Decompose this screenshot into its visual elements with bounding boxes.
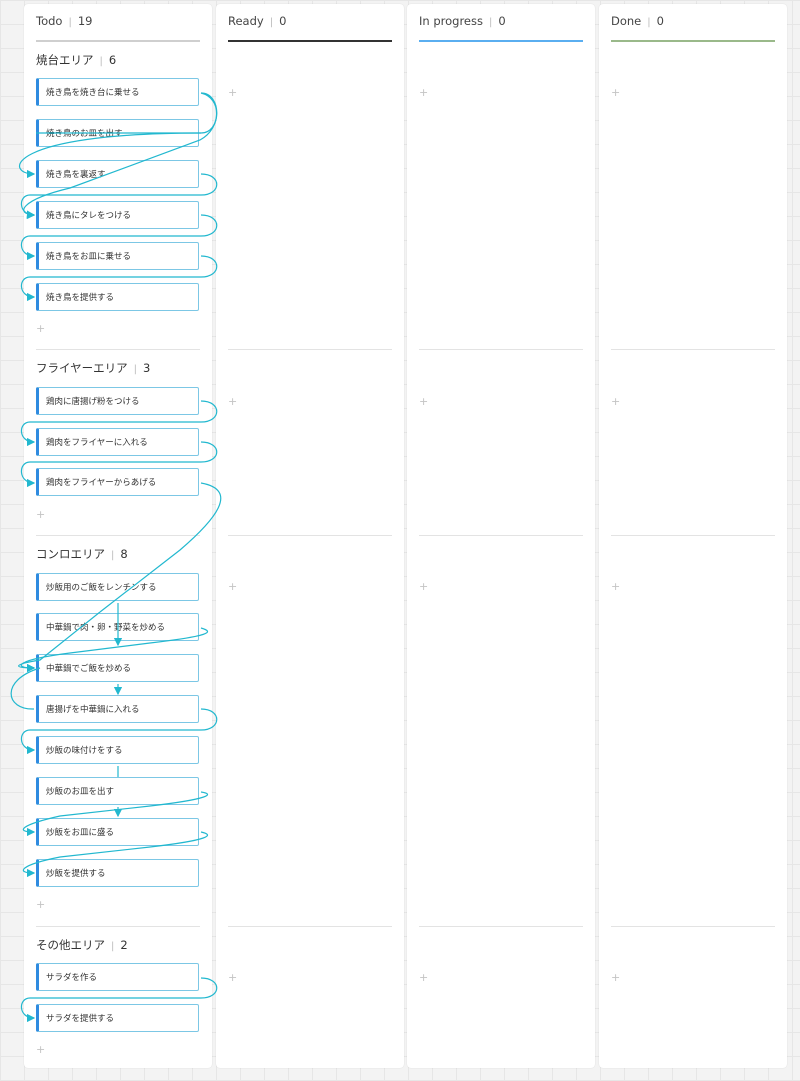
add-card-button[interactable]: + — [611, 581, 620, 592]
add-card-button[interactable]: + — [611, 396, 620, 407]
group-title-other[interactable]: その他エリア | 2 — [36, 937, 128, 955]
group-divider — [228, 349, 392, 350]
add-card-button[interactable]: + — [419, 972, 428, 983]
group-divider — [419, 926, 583, 927]
column-title: Todo — [36, 14, 63, 28]
group-divider — [36, 926, 200, 927]
group-name: その他エリア — [36, 938, 105, 952]
group-count: 2 — [120, 938, 128, 952]
task-card[interactable]: 炒飯を提供する — [36, 859, 199, 887]
add-card-button[interactable]: + — [36, 899, 45, 910]
task-card[interactable]: 中華鍋でご飯を炒める — [36, 654, 199, 682]
add-card-button[interactable]: + — [228, 396, 237, 407]
group-title-yakidai[interactable]: 焼台エリア | 6 — [36, 52, 116, 70]
task-card[interactable]: 炒飯をお皿に盛る — [36, 818, 199, 846]
add-card-button[interactable]: + — [36, 323, 45, 334]
group-name: 焼台エリア — [36, 53, 94, 67]
column-header[interactable]: Ready | 0 — [228, 12, 392, 40]
group-divider — [36, 349, 200, 350]
task-card[interactable]: 炒飯の味付けをする — [36, 736, 199, 764]
group-divider — [611, 535, 775, 536]
group-count: 3 — [143, 361, 151, 375]
add-card-button[interactable]: + — [36, 1044, 45, 1055]
column-count: 0 — [498, 14, 506, 28]
column-done: Done | 0 — [599, 4, 787, 1068]
column-title: In progress — [419, 14, 483, 28]
column-ready: Ready | 0 — [216, 4, 404, 1068]
add-card-button[interactable]: + — [228, 87, 237, 98]
group-divider — [228, 926, 392, 927]
task-card[interactable]: 焼き鳥をお皿に乗せる — [36, 242, 199, 270]
add-card-button[interactable]: + — [611, 87, 620, 98]
group-count: 8 — [120, 547, 128, 561]
column-title: Ready — [228, 14, 264, 28]
add-card-button[interactable]: + — [611, 972, 620, 983]
column-title: Done — [611, 14, 642, 28]
group-divider — [36, 535, 200, 536]
column-underline — [419, 40, 583, 42]
column-underline — [228, 40, 392, 42]
group-title-fryer[interactable]: フライヤーエリア | 3 — [36, 360, 150, 378]
task-card[interactable]: 焼き鳥のお皿を出す — [36, 119, 199, 147]
column-header[interactable]: In progress | 0 — [419, 12, 583, 40]
task-card[interactable]: 炒飯のお皿を出す — [36, 777, 199, 805]
task-card[interactable]: 炒飯用のご飯をレンチンする — [36, 573, 199, 601]
task-card[interactable]: 焼き鳥を焼き台に乗せる — [36, 78, 199, 106]
task-card[interactable]: 焼き鳥を裏返す — [36, 160, 199, 188]
task-card[interactable]: 鶏肉をフライヤーからあげる — [36, 468, 199, 496]
task-card[interactable]: サラダを提供する — [36, 1004, 199, 1032]
group-divider — [611, 349, 775, 350]
column-count: 0 — [656, 14, 664, 28]
group-name: フライヤーエリア — [36, 361, 128, 375]
group-name: コンロエリア — [36, 547, 105, 561]
column-in-progress: In progress | 0 — [407, 4, 595, 1068]
add-card-button[interactable]: + — [419, 396, 428, 407]
group-divider — [419, 349, 583, 350]
add-card-button[interactable]: + — [228, 972, 237, 983]
column-header[interactable]: Todo | 19 — [36, 12, 200, 40]
column-header[interactable]: Done | 0 — [611, 12, 775, 40]
task-card[interactable]: 焼き鳥にタレをつける — [36, 201, 199, 229]
add-card-button[interactable]: + — [419, 581, 428, 592]
column-underline — [36, 40, 200, 42]
task-card[interactable]: 唐揚げを中華鍋に入れる — [36, 695, 199, 723]
task-card[interactable]: 鶏肉をフライヤーに入れる — [36, 428, 199, 456]
group-count: 6 — [108, 53, 117, 67]
group-title-konro[interactable]: コンロエリア | 8 — [36, 546, 128, 564]
group-divider — [611, 926, 775, 927]
task-card[interactable]: 中華鍋で肉・卵・野菜を炒める — [36, 613, 199, 641]
column-underline — [611, 40, 775, 42]
task-card[interactable]: 焼き鳥を提供する — [36, 283, 199, 311]
add-card-button[interactable]: + — [36, 509, 45, 520]
column-count: 0 — [279, 14, 287, 28]
task-card[interactable]: サラダを作る — [36, 963, 199, 991]
group-divider — [419, 535, 583, 536]
group-divider — [228, 535, 392, 536]
column-count: 19 — [77, 14, 93, 28]
add-card-button[interactable]: + — [228, 581, 237, 592]
task-card[interactable]: 鶏肉に唐揚げ粉をつける — [36, 387, 199, 415]
add-card-button[interactable]: + — [419, 87, 428, 98]
